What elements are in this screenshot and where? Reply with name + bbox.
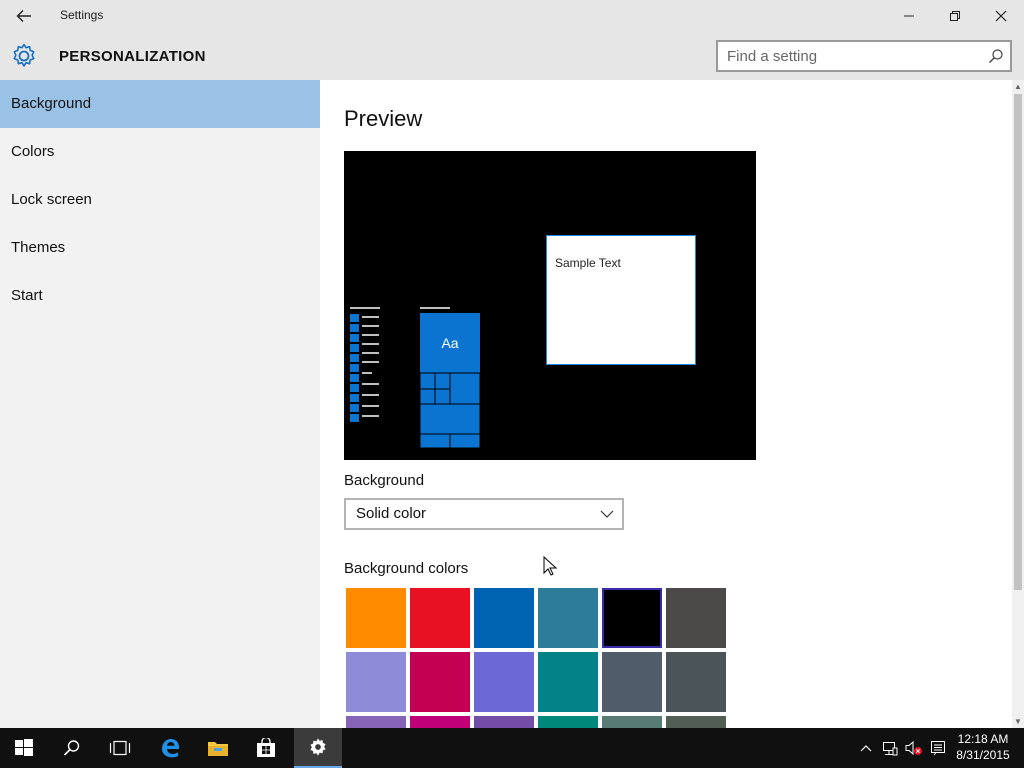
back-button[interactable]	[8, 4, 40, 28]
color-swatch[interactable]	[346, 716, 406, 728]
action-center-icon	[931, 741, 945, 756]
sidebar: Background Colors Lock screen Themes Sta…	[0, 80, 320, 728]
restore-icon	[950, 11, 960, 21]
network-button[interactable]	[878, 728, 902, 768]
background-colors-label: Background colors	[344, 560, 469, 577]
scrollbar-thumb[interactable]	[1014, 94, 1022, 590]
store-button[interactable]	[242, 728, 290, 768]
color-swatch[interactable]	[602, 716, 662, 728]
task-view-button[interactable]	[96, 728, 144, 768]
sidebar-item-themes[interactable]: Themes	[0, 224, 320, 272]
color-swatch[interactable]	[666, 716, 726, 728]
main-content: Preview Aa Sample Text Background Solid …	[320, 80, 1012, 728]
close-icon	[995, 10, 1007, 22]
back-arrow-icon	[16, 10, 31, 22]
volume-muted-icon	[905, 740, 922, 756]
start-icon	[15, 739, 33, 756]
sidebar-item-start[interactable]: Start	[0, 272, 320, 320]
restore-button[interactable]	[932, 0, 978, 32]
background-label: Background	[344, 472, 425, 489]
file-explorer-button[interactable]	[194, 728, 242, 768]
clock-time: 12:18 AM	[957, 732, 1009, 746]
preview-sample-window: Sample Text	[546, 235, 696, 365]
start-button[interactable]	[0, 728, 48, 768]
background-dropdown-value: Solid color	[356, 505, 427, 522]
minimize-button[interactable]	[886, 0, 932, 32]
color-swatch[interactable]	[602, 652, 662, 712]
minimize-icon	[904, 15, 914, 17]
search-box[interactable]	[716, 40, 1012, 72]
color-swatch[interactable]	[410, 652, 470, 712]
edge-button[interactable]	[146, 728, 194, 768]
sidebar-item-lock-screen[interactable]: Lock screen	[0, 176, 320, 224]
gear-icon	[13, 43, 35, 67]
color-swatch[interactable]	[410, 716, 470, 728]
volume-button[interactable]	[902, 728, 926, 768]
color-swatch[interactable]	[474, 588, 534, 648]
color-swatch[interactable]	[666, 588, 726, 648]
color-swatch[interactable]	[602, 588, 662, 648]
sidebar-item-background[interactable]: Background	[0, 80, 320, 128]
mouse-cursor-icon	[543, 556, 557, 576]
chevron-down-icon	[600, 510, 614, 518]
file-explorer-icon	[208, 742, 228, 756]
action-center-button[interactable]	[926, 728, 950, 768]
color-swatch[interactable]	[410, 588, 470, 648]
settings-icon	[310, 738, 326, 756]
scroll-down-icon[interactable]: ▼	[1014, 717, 1022, 726]
scroll-up-icon[interactable]: ▲	[1014, 82, 1022, 91]
preview-tile-text: Aa	[441, 335, 459, 351]
clock[interactable]: 12:18 AM 8/31/2015	[952, 731, 1014, 763]
color-swatch[interactable]	[474, 652, 534, 712]
search-button[interactable]	[48, 728, 96, 768]
color-swatch[interactable]	[474, 716, 534, 728]
clock-date: 8/31/2015	[956, 748, 1010, 762]
color-swatch[interactable]	[346, 588, 406, 648]
close-button[interactable]	[978, 0, 1024, 32]
network-icon	[883, 742, 898, 756]
scrollbar[interactable]: ▲ ▼	[1012, 80, 1024, 728]
show-hidden-icons-button[interactable]	[854, 728, 878, 768]
color-swatch[interactable]	[538, 716, 598, 728]
settings-taskbar-button[interactable]	[294, 728, 342, 768]
task-view-icon	[109, 740, 131, 756]
edge-icon	[162, 739, 179, 758]
title-bar: Settings	[0, 0, 1024, 32]
color-swatch[interactable]	[538, 652, 598, 712]
color-swatch[interactable]	[666, 652, 726, 712]
search-input[interactable]	[718, 42, 968, 70]
color-swatch[interactable]	[538, 588, 598, 648]
color-swatch[interactable]	[346, 652, 406, 712]
store-icon	[257, 738, 275, 757]
window-title: Settings	[60, 8, 104, 22]
preview-image: Aa Sample Text	[344, 151, 756, 460]
search-icon[interactable]	[988, 48, 1004, 64]
chevron-up-icon	[860, 745, 872, 752]
search-icon	[63, 740, 80, 756]
sidebar-item-colors[interactable]: Colors	[0, 128, 320, 176]
background-dropdown[interactable]: Solid color	[344, 498, 624, 530]
page-title: PERSONALIZATION	[59, 48, 206, 65]
taskbar: 12:18 AM 8/31/2015	[0, 728, 1024, 768]
preview-heading: Preview	[344, 106, 423, 131]
preview-sample-text: Sample Text	[555, 256, 621, 270]
